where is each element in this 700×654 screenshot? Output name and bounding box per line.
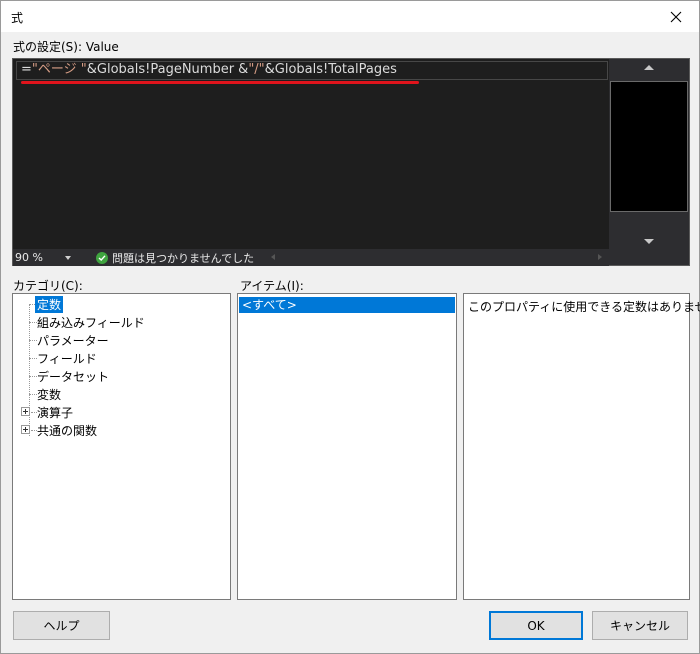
- help-button[interactable]: ヘルプ: [13, 611, 110, 640]
- scroll-up-icon[interactable]: [644, 65, 654, 70]
- close-button[interactable]: [653, 1, 699, 32]
- category-tree[interactable]: 定数 組み込みフィールド パラメーター フィールド データセット 変数 演算子 …: [12, 293, 231, 600]
- window-title: 式: [11, 11, 24, 25]
- code-operator: =: [21, 62, 32, 77]
- code-string-page: "ページ ": [31, 62, 87, 77]
- cancel-button[interactable]: キャンセル: [592, 611, 688, 640]
- tree-item-variables[interactable]: 変数: [37, 386, 61, 403]
- code-string-slash: "/": [248, 62, 265, 77]
- tree-item-constants[interactable]: 定数: [35, 296, 64, 313]
- category-label: カテゴリ(C):: [13, 279, 83, 293]
- expression-dialog: 式 式の設定(S): Value ="ページ "&Globals!PageNum…: [0, 0, 700, 654]
- zoom-dropdown[interactable]: 90 %: [15, 251, 73, 264]
- expression-editor-frame: ="ページ "&Globals!PageNumber &"/"&Globals!…: [12, 58, 690, 266]
- items-label: アイテム(I):: [240, 279, 304, 293]
- description-pane: このプロパティに使用できる定数はありません。: [463, 293, 700, 600]
- code-page-number: &Globals!PageNumber &: [86, 62, 249, 77]
- expression-label: 式の設定(S): Value: [13, 40, 119, 54]
- code-total-pages: &Globals!TotalPages: [264, 62, 397, 77]
- tree-item-fields[interactable]: フィールド: [37, 350, 97, 367]
- red-underline-annotation: [21, 81, 419, 84]
- title-bar: 式: [1, 1, 699, 32]
- vertical-scrollbar[interactable]: [609, 59, 689, 265]
- description-text: このプロパティに使用できる定数はありません。: [468, 300, 700, 314]
- tree-item-builtin-fields[interactable]: 組み込みフィールド: [37, 314, 145, 331]
- tree-item-operators[interactable]: 演算子: [37, 404, 73, 421]
- tree-item-common-functions[interactable]: 共通の関数: [37, 422, 97, 439]
- expand-icon[interactable]: [21, 425, 30, 434]
- tree-item-parameters[interactable]: パラメーター: [37, 332, 109, 349]
- expand-icon[interactable]: [21, 407, 30, 416]
- tree-item-datasets[interactable]: データセット: [37, 368, 109, 385]
- scrollbar-thumb[interactable]: [610, 81, 688, 212]
- tree-connector: [29, 304, 30, 436]
- status-text: 問題は見つかりませんでした: [112, 252, 255, 265]
- scroll-down-icon[interactable]: [644, 239, 654, 244]
- chevron-down-icon: [65, 256, 71, 260]
- expression-editor[interactable]: ="ページ "&Globals!PageNumber &"/"&Globals!…: [13, 59, 609, 249]
- close-icon: [670, 11, 682, 22]
- zoom-value: 90 %: [15, 251, 43, 264]
- items-list[interactable]: <すべて>: [237, 293, 457, 600]
- status-message: 問題は見つかりませんでした: [96, 250, 254, 266]
- scroll-right-icon[interactable]: [598, 254, 602, 260]
- check-circle-icon: [96, 252, 108, 264]
- list-item-all[interactable]: <すべて>: [239, 297, 455, 313]
- ok-button[interactable]: OK: [489, 611, 583, 640]
- expression-code: ="ページ "&Globals!PageNumber &"/"&Globals!…: [21, 61, 397, 78]
- scroll-left-icon[interactable]: [271, 254, 275, 260]
- editor-status-bar: 90 % 問題は見つかりませんでした: [13, 249, 609, 266]
